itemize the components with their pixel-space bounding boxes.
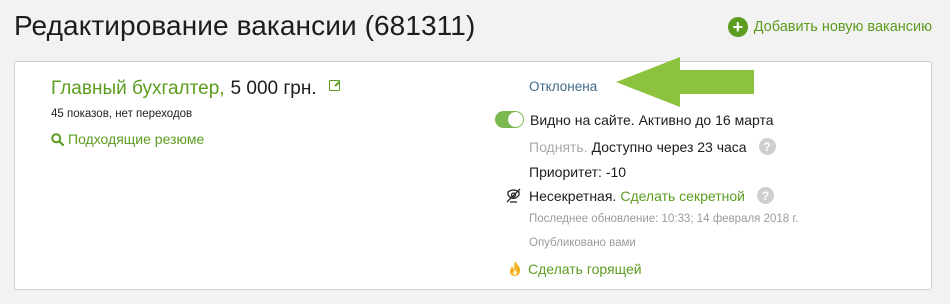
arrow-pointer [616,57,754,107]
make-secret-link[interactable]: Сделать секретной [620,188,745,204]
matching-resumes-label: Подходящие резюме [68,131,205,147]
secret-state-text: Несекретная. [529,187,617,204]
raise-link[interactable]: Поднять. [529,139,588,155]
page-title: Редактирование вакансии (681311) [14,10,476,41]
help-icon[interactable]: ? [758,138,776,155]
vacancy-title-separator: , [219,78,225,99]
search-icon [51,132,64,146]
unsecret-icon [506,188,521,203]
published-by-text: Опубликовано вами [529,237,636,249]
plus-circle-icon: + [727,17,748,37]
vacancy-salary: 5 000 грн. [230,78,317,99]
visibility-row: Видно на сайте. Активно до 16 марта [495,111,774,128]
priority-text: Приоритет: -10 [529,164,627,180]
visibility-toggle[interactable] [495,111,524,128]
vacancy-title: Главный бухгалтер, 5 000 грн. [51,78,340,100]
add-vacancy-label: Добавить новую вакансию [753,19,932,35]
make-hot-link[interactable]: Сделать горящей [528,261,642,277]
vacancy-stats: 45 показов, нет переходов [51,108,193,120]
secret-row: Несекретная. Сделать секретной ? [495,187,774,204]
visibility-text: Видно на сайте. Активно до 16 марта [530,111,774,128]
raise-available-text: Доступно через 23 часа [591,138,747,155]
matching-resumes-link[interactable]: Подходящие резюме [51,131,204,147]
help-icon[interactable]: ? [756,187,774,204]
vacancy-name-link[interactable]: Главный бухгалтер [51,78,219,100]
add-vacancy-link[interactable]: + Добавить новую вакансию [727,17,932,37]
external-link-icon[interactable] [328,79,340,91]
status-badge[interactable]: Отклонена [529,79,597,94]
raise-row: Поднять. Доступно через 23 часа ? [529,138,776,155]
fire-icon [510,261,521,276]
last-updated-text: Последнее обновление: 10:33; 14 февраля … [529,213,799,225]
vacancy-card: Главный бухгалтер, 5 000 грн. 45 показов… [14,61,932,290]
hot-row: Сделать горящей [508,260,642,277]
